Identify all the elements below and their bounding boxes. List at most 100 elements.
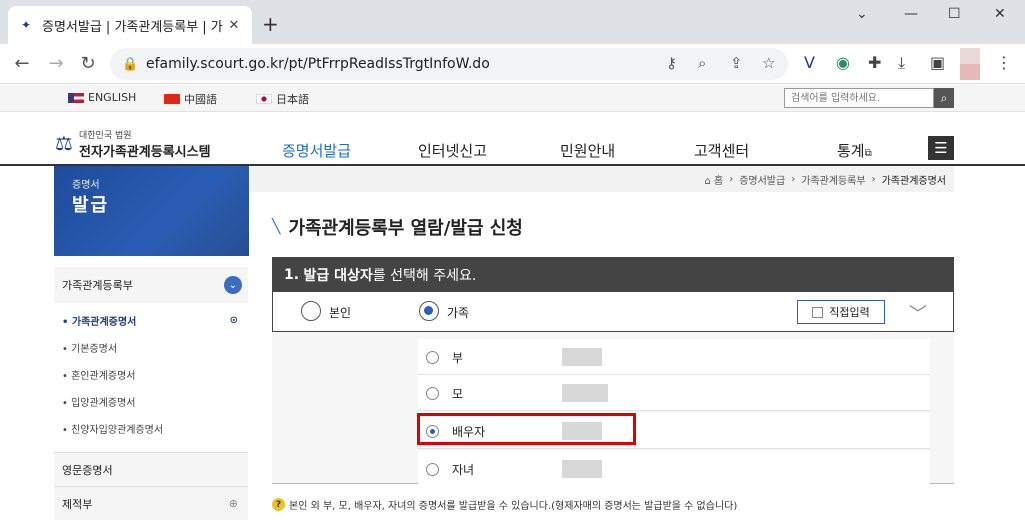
radio-child[interactable] bbox=[426, 463, 439, 476]
window-close-button[interactable]: ✕ bbox=[994, 6, 1006, 22]
back-arrow-icon[interactable]: ← bbox=[12, 53, 32, 74]
lang-label: ENGLISH bbox=[88, 91, 137, 104]
side-nav-item-adoption-cert[interactable]: • 입양관계증명서 bbox=[54, 388, 248, 415]
expand-plus-icon[interactable]: ⊕ bbox=[229, 497, 238, 510]
gnb-online-report[interactable]: 인터넷신고 bbox=[418, 140, 487, 161]
radio-family[interactable] bbox=[419, 301, 439, 321]
side-nav: 가족관계등록부 ⌄ • 가족관계증명서 ⊙ • 기본증명서 • 혼인관계증명서 •… bbox=[54, 267, 248, 520]
step-number: 1. bbox=[284, 266, 300, 283]
side-nav-item-marriage-cert[interactable]: • 혼인관계증명서 bbox=[54, 361, 248, 388]
logo-line2: 전자가족관계등록시스템 bbox=[79, 145, 211, 160]
download-icon[interactable]: ⤓ bbox=[898, 53, 905, 73]
site-logo[interactable]: ⚖ 대한민국 법원 전자가족관계등록시스템 bbox=[55, 128, 211, 160]
side-nav-sublist: • 가족관계증명서 ⊙ • 기본증명서 • 혼인관계증명서 • 입양관계증명서 •… bbox=[54, 303, 248, 446]
side-nav-sec-label: 제적부 bbox=[62, 497, 93, 511]
banner-line2: 발급 bbox=[72, 195, 110, 216]
reload-icon[interactable]: ↻ bbox=[78, 53, 98, 74]
gnb-statistics[interactable]: 통계⧉ bbox=[837, 140, 872, 161]
extension-v-icon[interactable]: V bbox=[804, 53, 815, 72]
radio-family-label[interactable]: 가족 bbox=[447, 304, 469, 321]
bookmark-star-icon[interactable]: ☆ bbox=[762, 54, 775, 72]
family-row-mother[interactable]: 모 bbox=[418, 375, 930, 411]
chevron-down-icon[interactable]: ﹀ bbox=[909, 300, 927, 326]
page-title: ╲ 가족관계등록부 열람/발급 신청 bbox=[272, 214, 523, 240]
tab-search-icon[interactable]: ⌄ bbox=[856, 6, 868, 22]
step-heading: 1. 발급 대상자 를 선택해 주세요. bbox=[272, 257, 954, 292]
page-title-text: 가족관계등록부 열람/발급 신청 bbox=[288, 218, 523, 239]
share-icon[interactable]: ⇪ bbox=[730, 54, 743, 72]
side-nav-item-full-adoption-cert[interactable]: • 친양자입양관계증명서 bbox=[54, 415, 248, 442]
cn-flag-icon bbox=[164, 94, 180, 104]
gnb-customer-center[interactable]: 고객센터 bbox=[694, 140, 749, 161]
us-flag-icon bbox=[68, 92, 84, 103]
jp-flag-icon bbox=[256, 94, 272, 104]
redacted-name bbox=[562, 348, 602, 366]
banner-line1: 증명서 bbox=[72, 180, 100, 191]
side-panel-icon[interactable]: ▣ bbox=[930, 53, 945, 72]
family-label: 자녀 bbox=[452, 463, 475, 477]
profile-avatar[interactable] bbox=[960, 48, 980, 80]
external-link-icon: ⧉ bbox=[864, 148, 872, 159]
breadcrumb: ⌂ 홈 › 증명서발급 › 가족관계등록부 › 가족관계증명서 bbox=[250, 166, 954, 192]
side-nav-item-label: • 가족관계증명서 bbox=[62, 317, 137, 328]
family-label: 부 bbox=[452, 351, 464, 365]
side-nav-item-label: • 입양관계증명서 bbox=[62, 398, 136, 409]
chevron-down-icon[interactable]: ⌄ bbox=[224, 276, 242, 294]
breadcrumb-family-register[interactable]: 가족관계등록부 bbox=[801, 172, 865, 187]
search-icon[interactable]: ⌕ bbox=[934, 88, 954, 108]
family-row-child[interactable]: 자녀 bbox=[418, 451, 930, 487]
radio-mother[interactable] bbox=[426, 387, 439, 400]
lang-chinese[interactable]: 中國語 bbox=[164, 91, 217, 107]
radio-self[interactable] bbox=[301, 301, 321, 321]
breadcrumb-current: 가족관계증명서 bbox=[881, 175, 946, 187]
tab-close-icon[interactable]: ✕ bbox=[226, 18, 242, 33]
redacted-name bbox=[562, 460, 602, 478]
logo-line1: 대한민국 법원 bbox=[79, 131, 132, 141]
browser-tab[interactable]: ✦ 증명서발급 | 가족관계등록부 | 가 ✕ bbox=[8, 6, 252, 44]
browser-tab-strip: ✦ 증명서발급 | 가족관계등록부 | 가 ✕ + ⌄ — ☐ ✕ bbox=[0, 0, 1025, 44]
url-text: efamily.scourt.go.kr/pt/PtFrrpReadIssTrg… bbox=[146, 56, 490, 72]
side-nav-english-cert[interactable]: 영문증명서 bbox=[54, 452, 248, 486]
side-nav-removed-register[interactable]: 제적부 ⊕ bbox=[54, 486, 248, 520]
breadcrumb-certificate[interactable]: 증명서발급 bbox=[739, 172, 785, 187]
radio-self-label[interactable]: 본인 bbox=[329, 304, 351, 321]
question-icon: ? bbox=[272, 498, 285, 511]
hamburger-menu-icon[interactable]: ☰ bbox=[928, 136, 954, 160]
browser-menu-icon[interactable]: ⋮ bbox=[996, 53, 1012, 72]
zoom-icon[interactable]: ⌕ bbox=[698, 54, 706, 72]
side-nav-family-register[interactable]: 가족관계등록부 ⌄ bbox=[54, 267, 248, 303]
direct-input-button[interactable]: 직접입력 bbox=[797, 300, 885, 324]
target-choice-bar: 본인 가족 직접입력 ﹀ bbox=[272, 292, 954, 332]
extensions-puzzle-icon[interactable]: ✚ bbox=[868, 53, 881, 72]
lang-japanese[interactable]: 日本語 bbox=[256, 91, 309, 107]
gnb-guide[interactable]: 민원안내 bbox=[560, 140, 615, 161]
notice-text: 본인 외 부, 모, 배우자, 자녀의 증명서를 발급받을 수 있습니다.(형제… bbox=[289, 501, 738, 512]
family-row-father[interactable]: 부 bbox=[418, 339, 930, 375]
url-field[interactable]: 🔒 efamily.scourt.go.kr/pt/PtFrrpReadIssT… bbox=[110, 48, 788, 80]
checkbox-icon bbox=[812, 306, 824, 318]
section-banner: 증명서 발급 bbox=[54, 166, 249, 256]
radio-father[interactable] bbox=[426, 351, 439, 364]
key-icon[interactable]: ⚷ bbox=[666, 54, 677, 72]
side-nav-item-family-cert[interactable]: • 가족관계증명서 ⊙ bbox=[54, 307, 248, 334]
site-search-input[interactable] bbox=[784, 88, 934, 108]
site-favicon-icon: ✦ bbox=[20, 18, 32, 32]
breadcrumb-sep: › bbox=[791, 173, 796, 185]
court-logo-icon: ⚖ bbox=[55, 131, 73, 155]
tab-title: 증명서발급 | 가족관계등록부 | 가 bbox=[42, 19, 223, 35]
side-nav-sec-label: 영문증명서 bbox=[62, 463, 113, 477]
lang-label: 日本語 bbox=[276, 93, 309, 106]
gnb-statistics-label: 통계 bbox=[837, 142, 865, 160]
direct-input-label: 직접입력 bbox=[829, 306, 870, 319]
forward-arrow-icon[interactable]: → bbox=[46, 53, 66, 74]
side-nav-item-basic-cert[interactable]: • 기본증명서 bbox=[54, 334, 248, 361]
gnb-certificate[interactable]: 증명서발급 bbox=[282, 140, 351, 161]
window-minimize-button[interactable]: — bbox=[904, 6, 918, 22]
new-tab-button[interactable]: + bbox=[262, 12, 279, 36]
extension-badge-icon[interactable]: ◉ bbox=[836, 53, 850, 72]
lang-english[interactable]: ENGLISH bbox=[68, 91, 136, 104]
title-deco-icon: ╲ bbox=[272, 219, 281, 235]
window-maximize-button[interactable]: ☐ bbox=[948, 6, 961, 22]
step-bold: 발급 대상자 bbox=[303, 267, 373, 284]
breadcrumb-home[interactable]: ⌂ 홈 bbox=[704, 172, 723, 187]
